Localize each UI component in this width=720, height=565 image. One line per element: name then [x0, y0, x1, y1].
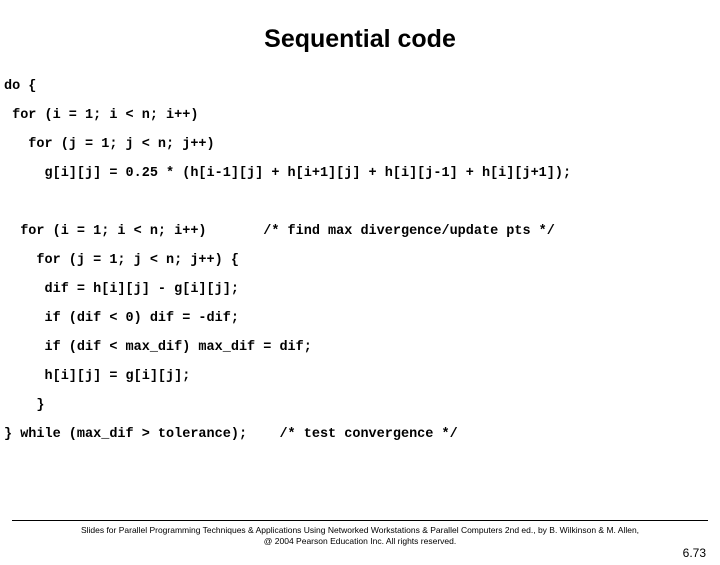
credits-line: @ 2004 Pearson Education Inc. All rights… [12, 536, 708, 547]
footer-divider [12, 520, 708, 521]
code-line: } [4, 398, 45, 413]
code-line: for (j = 1; j < n; j++) { [4, 253, 239, 268]
code-listing: do { for (i = 1; i < n; i++) for (j = 1;… [0, 72, 720, 449]
code-line: h[i][j] = g[i][j]; [4, 369, 190, 384]
code-line: for (i = 1; i < n; i++) [4, 108, 198, 123]
code-line: dif = h[i][j] - g[i][j]; [4, 282, 239, 297]
slide-title: Sequential code [0, 25, 720, 54]
code-line: g[i][j] = 0.25 * (h[i-1][j] + h[i+1][j] … [4, 166, 571, 181]
page-number: 6.73 [683, 546, 706, 560]
code-line: if (dif < 0) dif = -dif; [4, 311, 239, 326]
footer-credits: Slides for Parallel Programming Techniqu… [12, 525, 708, 547]
footer: Slides for Parallel Programming Techniqu… [0, 520, 720, 547]
code-line: if (dif < max_dif) max_dif = dif; [4, 340, 312, 355]
credits-line: Slides for Parallel Programming Techniqu… [12, 525, 708, 536]
code-line: do { [4, 79, 36, 94]
code-line: for (i = 1; i < n; i++) /* find max dive… [4, 224, 555, 239]
code-line: for (j = 1; j < n; j++) [4, 137, 215, 152]
code-line: } while (max_dif > tolerance); /* test c… [4, 427, 458, 442]
